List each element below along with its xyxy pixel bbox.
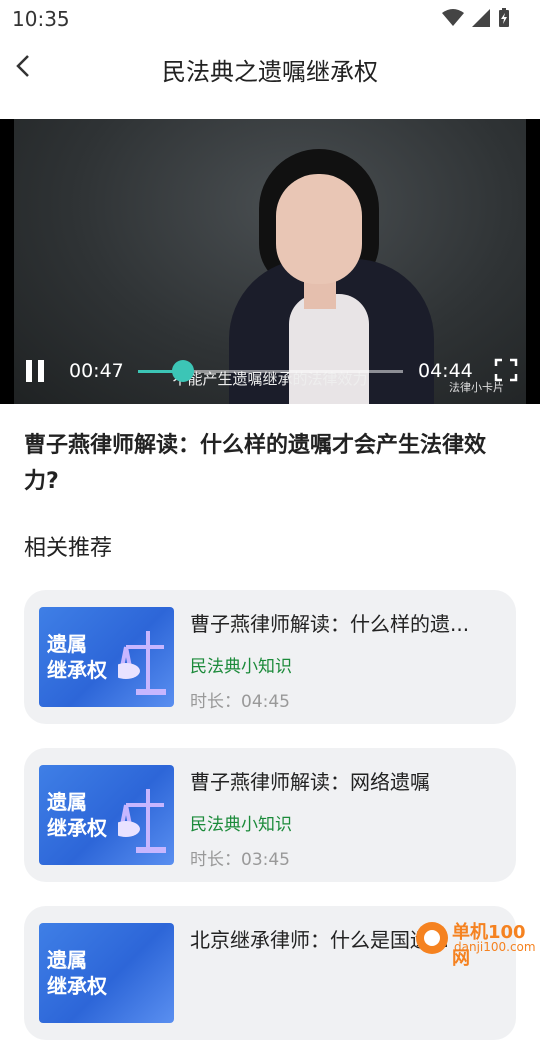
- signal-icon: [472, 9, 490, 27]
- card-thumbnail: 遗属 继承权: [39, 923, 174, 1023]
- card-tag: 民法典小知识: [190, 657, 292, 677]
- related-card[interactable]: 遗属 继承权 曹子燕律师解读：什么样的遗... 民法典小知识 时长：04:45: [24, 590, 516, 724]
- fullscreen-icon: [494, 358, 518, 382]
- total-time: 04:44: [418, 360, 473, 382]
- video-player[interactable]: 不能产生遗嘱继承的法律效力 法律小卡片 00:47 04:44: [0, 119, 540, 404]
- card-thumbnail: 遗属 继承权: [39, 765, 174, 865]
- thumbnail-caption-line: 遗属: [47, 790, 87, 814]
- logo-url: danji100.com: [454, 940, 536, 954]
- video-title: 曹子燕律师解读：什么样的遗嘱才会产生法律效力?: [24, 433, 487, 494]
- card-title: 曹子燕律师解读：什么样的遗...: [190, 612, 470, 636]
- related-heading: 相关推荐: [24, 536, 113, 561]
- related-card[interactable]: 遗属 继承权 曹子燕律师解读：网络遗嘱 民法典小知识 时长：03:45: [24, 748, 516, 882]
- site-watermark-logo: 单机100网 danji100.com: [388, 912, 538, 969]
- status-bar: 10:35: [0, 0, 540, 36]
- scales-icon: [118, 789, 166, 853]
- pause-button[interactable]: [24, 360, 46, 382]
- thumbnail-caption-line: 遗属: [47, 632, 87, 656]
- pause-icon-bar: [38, 360, 44, 382]
- battery-icon: [499, 8, 509, 27]
- status-icons: [442, 8, 510, 28]
- thumbnail-caption: 遗属 继承权: [47, 789, 107, 841]
- presenter-face: [276, 174, 362, 284]
- progress-handle[interactable]: [172, 360, 195, 382]
- card-duration: 时长：03:45: [190, 850, 290, 870]
- wifi-icon: [442, 9, 464, 26]
- thumbnail-caption: 遗属 继承权: [47, 631, 107, 683]
- current-time: 00:47: [69, 360, 124, 382]
- thumbnail-caption: 遗属 继承权: [47, 947, 107, 999]
- app-bar: 民法典之遗嘱继承权: [0, 36, 540, 100]
- status-time: 10:35: [12, 7, 70, 31]
- card-duration: 时长：04:45: [190, 692, 290, 712]
- card-tag: 民法典小知识: [190, 815, 292, 835]
- thumbnail-caption-line: 继承权: [47, 974, 107, 998]
- player-controls: 00:47 04:44: [0, 356, 540, 386]
- pause-icon: [26, 360, 32, 382]
- thumbnail-caption-line: 继承权: [47, 658, 107, 682]
- page-title: 民法典之遗嘱继承权: [162, 58, 378, 86]
- fullscreen-button[interactable]: [494, 358, 518, 382]
- scales-icon: [118, 631, 166, 695]
- card-thumbnail: 遗属 继承权: [39, 607, 174, 707]
- thumbnail-caption-line: 继承权: [47, 816, 107, 840]
- logo-icon-inner: [424, 930, 440, 946]
- card-title: 曹子燕律师解读：网络遗嘱: [190, 770, 430, 794]
- progress-bar[interactable]: [138, 360, 403, 382]
- logo-icon: [416, 922, 448, 954]
- thumbnail-caption-line: 遗属: [47, 948, 87, 972]
